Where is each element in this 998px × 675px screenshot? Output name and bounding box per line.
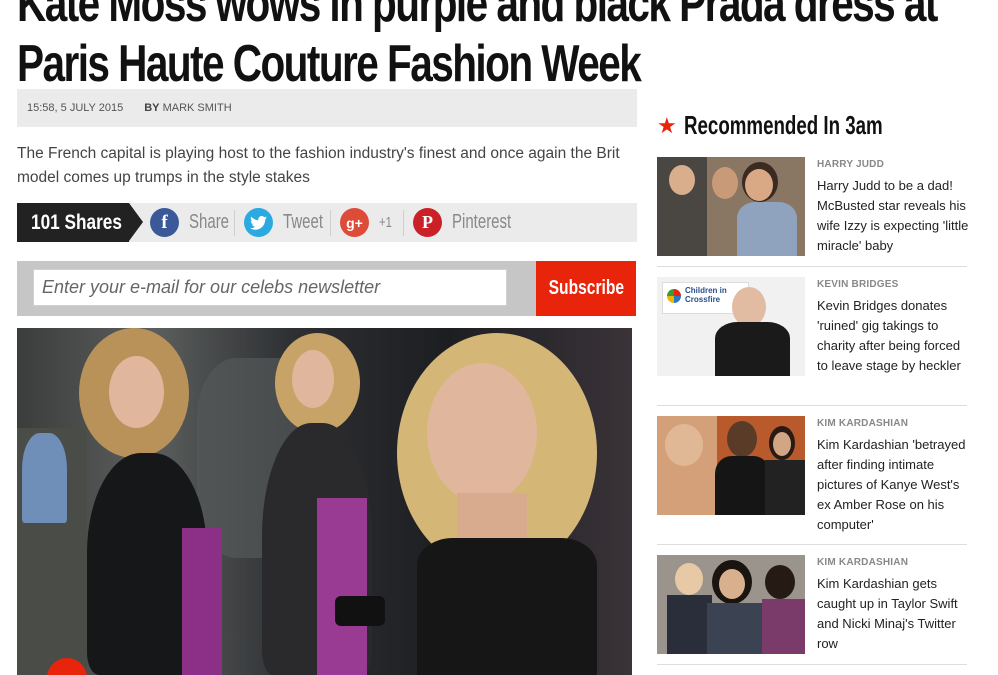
recommended-divider	[657, 266, 967, 267]
photo-dress-purple	[182, 528, 222, 675]
photo-bystander	[22, 433, 67, 523]
article-headline: Kate Moss wows in purple and black Prada…	[17, 0, 938, 94]
recommended-tag[interactable]: KEVIN BRIDGES	[817, 279, 899, 290]
thumb-face	[773, 432, 791, 456]
author-link[interactable]: MARK SMITH	[163, 102, 232, 114]
thumb-face	[732, 287, 766, 327]
thumb-face	[719, 569, 745, 599]
thumb-clothing	[707, 603, 762, 654]
recommended-headline[interactable]: Harry Judd to be a dad! McBusted star re…	[817, 176, 969, 256]
twitter-icon	[244, 208, 273, 237]
recommended-item[interactable]: KIM KARDASHIAN Kim Kardashian gets caugh…	[657, 555, 967, 655]
recommended-headline[interactable]: Kim Kardashian 'betrayed after finding i…	[817, 435, 969, 535]
recommended-item[interactable]: KIM KARDASHIAN Kim Kardashian 'betrayed …	[657, 416, 967, 532]
recommended-thumbnail[interactable]	[657, 157, 805, 256]
thumb-face	[727, 421, 757, 457]
thumb-clothing	[765, 460, 805, 515]
recommended-divider	[657, 664, 967, 665]
recommended-divider	[657, 544, 967, 545]
recommended-title: Recommended In 3am	[683, 110, 883, 140]
google-plus-share-label: +1	[379, 214, 392, 231]
google-plus-share-button[interactable]: g+ +1	[340, 208, 396, 237]
headline-line-2: Paris Haute Couture Fashion Week	[17, 35, 642, 93]
recommended-headline[interactable]: Kevin Bridges donates 'ruined' gig takin…	[817, 296, 969, 376]
thumb-face	[712, 167, 738, 199]
recommended-heading: ★ Recommended In 3am	[657, 110, 960, 141]
thumb-face	[665, 424, 703, 466]
article-standfirst: The French capital is playing host to th…	[17, 145, 620, 186]
recommended-thumbnail[interactable]	[657, 555, 805, 654]
facebook-icon: f	[150, 208, 179, 237]
photo-dress-purple	[317, 498, 367, 675]
recommended-tag[interactable]: KIM KARDASHIAN	[817, 418, 908, 429]
star-icon: ★	[657, 112, 677, 138]
share-divider	[330, 210, 331, 236]
recommended-item[interactable]: Children in Crossfire KEVIN BRIDGES Kevi…	[657, 277, 967, 377]
recommended-item[interactable]: HARRY JUDD Harry Judd to be a dad! McBus…	[657, 157, 969, 257]
publish-time: 15:58, 5 JULY 2015	[27, 102, 124, 114]
twitter-share-button[interactable]: Tweet	[244, 208, 336, 237]
thumb-hair	[765, 565, 795, 599]
photo-figure-face	[109, 356, 164, 428]
recommended-divider	[657, 405, 967, 406]
byline-prefix: BY	[144, 102, 160, 114]
charity-logo-icon	[667, 289, 681, 303]
subscribe-label: Subscribe	[548, 277, 624, 299]
twitter-share-label: Tweet	[283, 211, 324, 233]
recommended-tag[interactable]: KIM KARDASHIAN	[817, 557, 908, 568]
share-count: 101 Shares	[17, 203, 143, 242]
thumb-clothing	[715, 322, 790, 376]
share-count-label: 101 Shares	[31, 211, 122, 234]
thumb-face	[675, 563, 703, 595]
recommended-thumbnail[interactable]: Children in Crossfire	[657, 277, 805, 376]
google-plus-icon: g+	[340, 208, 369, 237]
thumb-clothing	[762, 599, 805, 654]
thumb-clothing	[667, 595, 712, 654]
photo-clutch-bag	[335, 596, 385, 626]
recommended-tag[interactable]: HARRY JUDD	[817, 159, 884, 170]
headline-line-1: Kate Moss wows in purple and black Prada…	[17, 0, 938, 33]
share-divider	[234, 210, 235, 236]
subscribe-button[interactable]: Subscribe	[536, 261, 636, 316]
share-bar: 101 Shares f Share Tweet g+ +1 P Pintere…	[17, 203, 637, 242]
photo-figure-dress	[417, 538, 597, 675]
newsletter-email-input[interactable]	[33, 269, 507, 306]
photo-figure-face	[427, 363, 537, 503]
pinterest-share-button[interactable]: P Pinterest	[413, 208, 531, 237]
hero-photo[interactable]	[17, 328, 632, 675]
article-meta: 15:58, 5 JULY 2015 BY MARK SMITH	[17, 89, 637, 127]
byline: BY MARK SMITH	[144, 102, 231, 114]
recommended-headline[interactable]: Kim Kardashian gets caught up in Taylor …	[817, 574, 969, 654]
thumb-clothing	[737, 202, 797, 256]
facebook-share-button[interactable]: f Share	[150, 208, 242, 237]
pinterest-share-label: Pinterest	[452, 211, 512, 233]
recommended-thumbnail[interactable]	[657, 416, 805, 515]
share-divider	[403, 210, 404, 236]
photo-figure-face	[292, 350, 334, 408]
thumb-face	[745, 169, 773, 201]
facebook-share-label: Share	[189, 211, 230, 233]
thumb-clothing	[715, 456, 770, 515]
pinterest-icon: P	[413, 208, 442, 237]
newsletter-signup: Subscribe	[17, 261, 636, 316]
thumb-face	[669, 165, 695, 195]
